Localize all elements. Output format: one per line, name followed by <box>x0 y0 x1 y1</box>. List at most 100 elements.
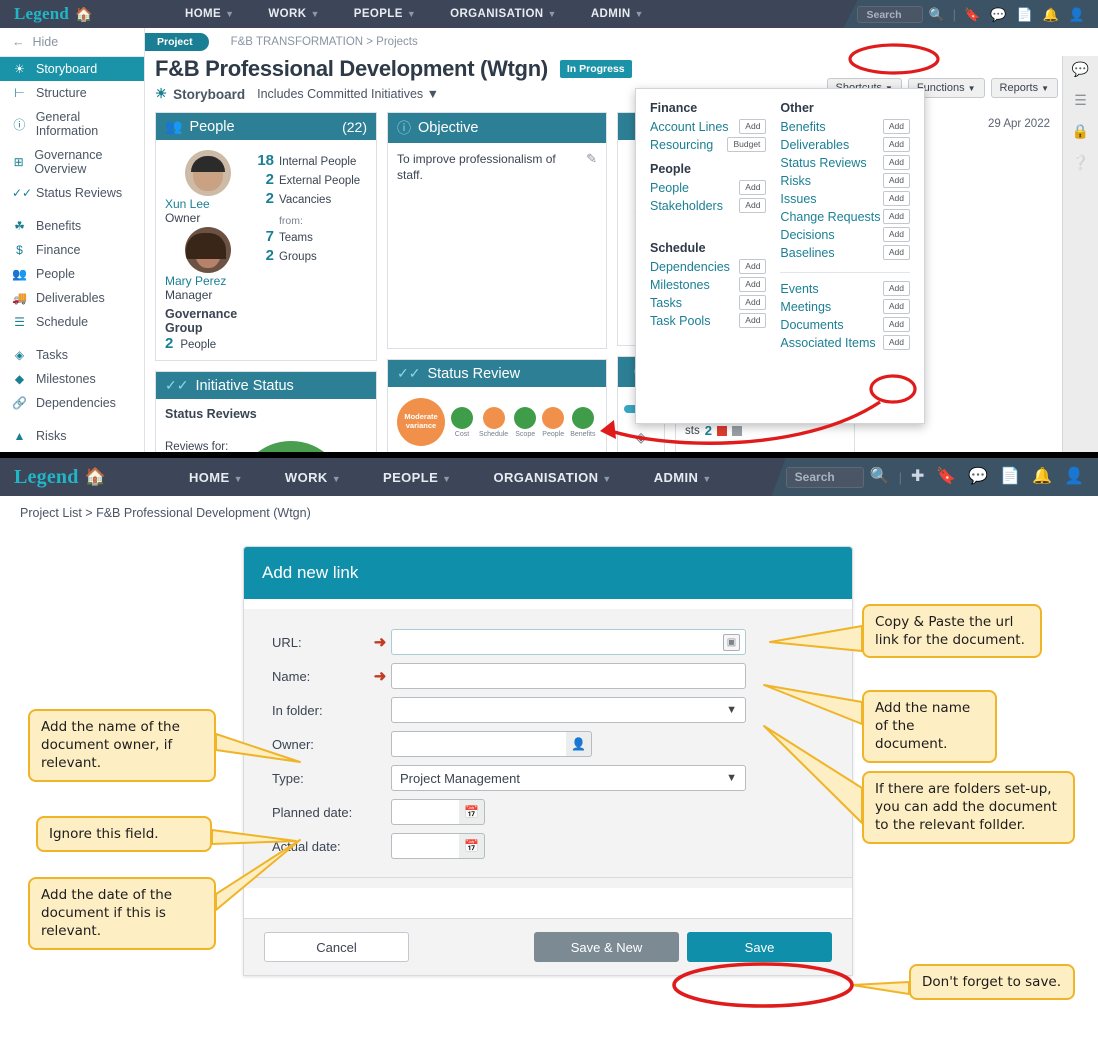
shortcut-link[interactable]: Benefits <box>780 120 882 134</box>
nav-item-home[interactable]: HOME ▼ <box>168 8 251 20</box>
shortcut-link[interactable]: Meetings <box>780 300 882 314</box>
add-button[interactable]: Add <box>739 259 767 274</box>
shortcut-link[interactable]: Events <box>780 282 882 296</box>
calendar-icon[interactable]: 📅 <box>459 833 485 859</box>
planned-date-input[interactable] <box>391 799 459 825</box>
bell-icon[interactable]: 🔔 <box>1038 8 1064 21</box>
document-icon[interactable]: 📄 <box>994 469 1026 485</box>
shortcut-link[interactable]: Issues <box>780 192 882 206</box>
add-button[interactable]: Add <box>882 119 910 134</box>
add-button[interactable]: Add <box>882 335 910 350</box>
reports-button[interactable]: Reports ▼ <box>990 78 1058 98</box>
search-input[interactable]: Search <box>857 5 924 23</box>
person-picker-icon[interactable]: 👤 <box>566 731 592 757</box>
pencil-icon[interactable]: ✎ <box>586 151 597 340</box>
sidebar-item-storyboard[interactable]: ☀ Storyboard <box>0 57 144 81</box>
add-button[interactable]: Add <box>882 299 910 314</box>
shortcut-link[interactable]: Decisions <box>780 228 882 242</box>
add-button[interactable]: Add <box>882 281 910 296</box>
shortcut-link[interactable]: Stakeholders <box>650 199 739 213</box>
add-button[interactable]: Add <box>882 245 910 260</box>
user-icon[interactable]: 👤 <box>1064 8 1090 21</box>
bookmark-icon[interactable]: 🔖 <box>930 469 962 485</box>
in-folder-select[interactable]: ▼ <box>391 697 746 723</box>
shortcut-link[interactable]: Status Reviews <box>780 156 882 170</box>
type-select[interactable]: Project Management ▼ <box>391 765 746 791</box>
shortcut-link[interactable]: Risks <box>780 174 882 188</box>
help-icon[interactable]: ❔ <box>1072 154 1089 171</box>
shortcut-link[interactable]: Baselines <box>780 246 882 260</box>
calendar-icon[interactable]: 📅 <box>459 799 485 825</box>
nav-item-work[interactable]: WORK ▼ <box>251 8 336 20</box>
shortcut-link[interactable]: Task Pools <box>650 314 739 328</box>
add-button[interactable]: Add <box>882 173 910 188</box>
project-tab[interactable]: Project <box>145 33 209 51</box>
initiatives-filter[interactable]: Includes Committed Initiatives ▼ <box>257 87 439 101</box>
sidebar-item-structure[interactable]: ⊢ Structure <box>0 81 144 105</box>
sidebar-item-deliverables[interactable]: 🚚 Deliverables <box>0 286 144 310</box>
name-input[interactable] <box>391 663 746 689</box>
add-button[interactable]: Add <box>739 198 767 213</box>
add-button[interactable]: Add <box>739 119 767 134</box>
nav-item-organisation[interactable]: ORGANISATION ▼ <box>472 470 632 485</box>
add-button[interactable]: Add <box>882 227 910 242</box>
add-button[interactable]: Add <box>739 277 767 292</box>
sidebar-item-tasks[interactable]: ◈ Tasks <box>0 343 144 367</box>
sidebar-item-milestones[interactable]: ◆ Milestones <box>0 367 144 391</box>
nav-item-organisation[interactable]: ORGANISATION ▼ <box>433 8 574 20</box>
breadcrumb-path[interactable]: F&B TRANSFORMATION > Projects <box>231 36 418 48</box>
nav-item-work[interactable]: WORK ▼ <box>264 470 362 485</box>
list-icon[interactable]: ☰ <box>1074 92 1087 109</box>
shortcut-link[interactable]: Account Lines <box>650 120 739 134</box>
brand-logo[interactable]: Legend 🏠 <box>0 466 140 489</box>
add-button[interactable]: Add <box>882 155 910 170</box>
plus-icon[interactable]: ✚ <box>905 469 930 485</box>
shortcut-link[interactable]: Dependencies <box>650 260 739 274</box>
add-button[interactable]: Add <box>739 295 767 310</box>
save-and-new-button[interactable]: Save & New <box>534 932 679 962</box>
nav-item-people[interactable]: PEOPLE ▼ <box>362 470 472 485</box>
document-icon[interactable]: 📄 <box>1011 8 1037 21</box>
add-button[interactable]: Add <box>739 180 767 195</box>
search-icon[interactable]: 🔍 <box>864 469 896 485</box>
owner-input[interactable] <box>391 731 566 757</box>
home-icon[interactable]: 🏠 <box>85 467 106 487</box>
shortcut-link[interactable]: Associated Items <box>780 336 882 350</box>
breadcrumb[interactable]: Project List > F&B Professional Developm… <box>0 496 1098 520</box>
clipboard-icon[interactable]: ▣ <box>723 633 740 651</box>
nav-item-admin[interactable]: ADMIN ▼ <box>574 8 661 20</box>
sidebar-item-dependencies[interactable]: 🔗 Dependencies <box>0 391 144 415</box>
home-icon[interactable]: 🏠 <box>75 6 92 23</box>
comment-icon[interactable]: 💬 <box>962 469 994 485</box>
bell-icon[interactable]: 🔔 <box>1026 469 1058 485</box>
sidebar-hide-button[interactable]: ← Hide <box>0 28 144 57</box>
sidebar-item-general-information[interactable]: ⓘ General Information <box>0 105 144 143</box>
sidebar-item-benefits[interactable]: ☘ Benefits <box>0 214 144 238</box>
sidebar-item-governance-overview[interactable]: ⊞ Governance Overview <box>0 143 144 181</box>
owner-name[interactable]: Xun Lee <box>165 197 251 211</box>
search-icon[interactable]: 🔍 <box>923 8 949 21</box>
sidebar-item-risks[interactable]: ▲ Risks <box>0 424 144 448</box>
url-input[interactable]: ▣ <box>391 629 746 655</box>
brand-logo[interactable]: Legend 🏠 <box>0 4 140 24</box>
sidebar-item-schedule[interactable]: ☰ Schedule <box>0 310 144 334</box>
shortcut-link[interactable]: Documents <box>780 318 882 332</box>
shortcut-link[interactable]: Deliverables <box>780 138 882 152</box>
shortcut-link[interactable]: Resourcing <box>650 138 727 152</box>
shortcut-link[interactable]: Tasks <box>650 296 739 310</box>
user-icon[interactable]: 👤 <box>1058 469 1090 485</box>
search-input[interactable]: Search <box>785 466 864 488</box>
add-button[interactable]: Add <box>882 209 910 224</box>
sidebar-item-status-reviews[interactable]: ✓✓ Status Reviews <box>0 181 144 205</box>
lock-icon[interactable]: 🔒 <box>1072 123 1089 140</box>
cancel-button[interactable]: Cancel <box>264 932 409 962</box>
nav-item-home[interactable]: HOME ▼ <box>168 470 264 485</box>
sidebar-item-people[interactable]: 👥 People <box>0 262 144 286</box>
add-button[interactable]: Add <box>882 137 910 152</box>
comment-icon[interactable]: 💬 <box>1072 61 1089 78</box>
shortcut-link[interactable]: Change Requests <box>780 210 882 224</box>
actual-date-input[interactable] <box>391 833 459 859</box>
add-documents-button[interactable]: Add <box>882 317 910 332</box>
add-button[interactable]: Add <box>882 191 910 206</box>
nav-item-admin[interactable]: ADMIN ▼ <box>633 470 733 485</box>
